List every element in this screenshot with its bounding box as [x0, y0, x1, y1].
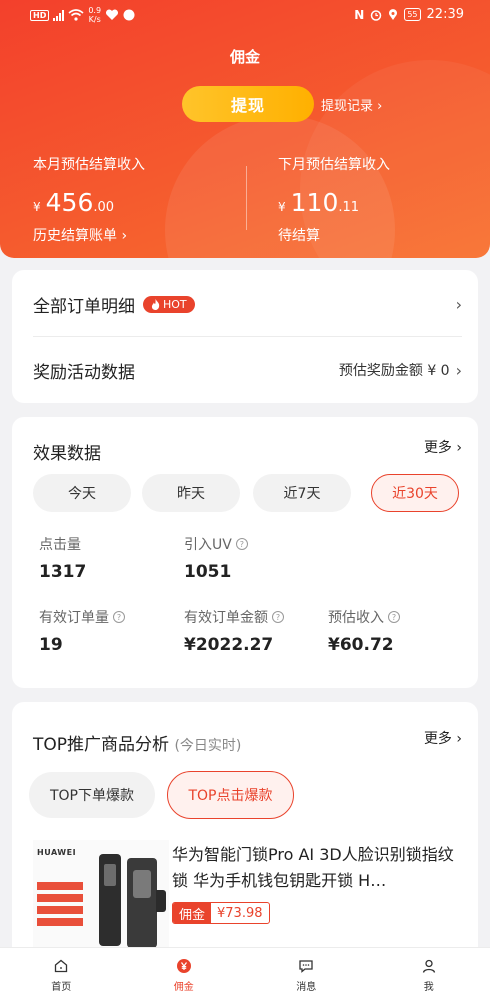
- help-icon[interactable]: ?: [113, 611, 125, 623]
- uv-label: 引入UV: [184, 537, 232, 553]
- history-bill-link[interactable]: 历史结算账单 ›: [33, 225, 145, 245]
- entries-card: 全部订单明细 HOT › 奖励活动数据 预估奖励金额 ¥ 0 ›: [12, 270, 478, 403]
- wifi-icon: [68, 9, 84, 21]
- pending-settlement-link[interactable]: 待结算: [278, 225, 390, 245]
- app-notification-icon: [123, 9, 135, 21]
- network-speed: 0.9 K/s: [88, 6, 102, 24]
- uv-metric: 引入UV? 1051: [184, 534, 248, 582]
- alarm-icon: [371, 9, 382, 21]
- product-image[interactable]: HUAWEI: [33, 840, 169, 948]
- product-title[interactable]: 华为智能门锁Pro AI 3D人脸识别锁指纹锁 华为手机钱包钥匙开锁 H…: [172, 842, 462, 894]
- next-month-income-amount: ¥ 110 .11: [278, 188, 360, 217]
- tab-top-orders[interactable]: TOP下单爆款: [29, 772, 155, 818]
- range-today-chip[interactable]: 今天: [33, 474, 131, 512]
- range-30days-chip[interactable]: 近30天: [371, 474, 459, 512]
- top-products-subtitle: (今日实时): [174, 738, 242, 754]
- all-orders-title: 全部订单明细: [33, 296, 135, 317]
- this-month-income-amount: ¥ 456 .00: [33, 188, 115, 217]
- orders-metric: 有效订单量? 19: [39, 607, 125, 655]
- home-icon: [55, 959, 68, 973]
- help-icon[interactable]: ?: [272, 611, 284, 623]
- help-icon[interactable]: ?: [235, 538, 248, 550]
- location-icon: [389, 8, 398, 20]
- order-amount-label: 有效订单金额: [184, 610, 268, 626]
- range-yesterday-chip[interactable]: 昨天: [142, 474, 240, 512]
- next-month-income-label: 下月预估结算收入: [278, 157, 390, 173]
- rewards-row[interactable]: 奖励活动数据 预估奖励金额 ¥ 0 ›: [33, 356, 462, 384]
- nfc-icon: N: [354, 7, 365, 22]
- this-month-income: 本月预估结算收入 ¥ 456 .00 历史结算账单 ›: [33, 154, 145, 245]
- help-icon[interactable]: ?: [388, 611, 400, 623]
- effect-data-title: 效果数据: [33, 444, 101, 464]
- hd-icon: HD: [30, 9, 50, 21]
- effect-more-link[interactable]: 更多 ›: [424, 437, 462, 457]
- flame-icon: [151, 298, 160, 310]
- yen-icon: [176, 959, 191, 973]
- est-income-label: 预估收入: [328, 610, 384, 626]
- orders-value: 19: [39, 635, 63, 655]
- hot-badge: HOT: [143, 295, 195, 313]
- product-image-brand: HUAWEI: [37, 848, 77, 857]
- tab-commission[interactable]: 佣金: [123, 948, 246, 1000]
- rewards-estimate: 预估奖励金额 ¥ 0: [338, 363, 450, 379]
- clicks-label: 点击量: [39, 537, 81, 553]
- order-amount-metric: 有效订单金额? ¥2022.27: [184, 607, 284, 655]
- divider: [33, 336, 462, 337]
- this-month-income-label: 本月预估结算收入: [33, 157, 145, 173]
- next-month-income: 下月预估结算收入 ¥ 110 .11 待结算: [278, 154, 390, 245]
- commission-value: ¥73.98: [217, 905, 263, 921]
- person-icon: [422, 959, 435, 973]
- commission-tag: 佣金 ¥73.98: [172, 902, 270, 924]
- effect-data-card: 效果数据 更多 › 今天 昨天 近7天 近30天 点击量 1317 引入UV? …: [12, 417, 478, 688]
- orders-label: 有效订单量: [39, 610, 109, 626]
- tab-me[interactable]: 我: [368, 948, 490, 1000]
- bottom-tab-bar: 首页 佣金 消息 我: [0, 947, 490, 1000]
- tab-home[interactable]: 首页: [0, 948, 123, 1000]
- rewards-title: 奖励活动数据: [33, 362, 135, 383]
- clicks-metric: 点击量 1317: [39, 534, 86, 582]
- top-products-title: TOP推广商品分析 (今日实时): [33, 735, 242, 755]
- all-orders-row[interactable]: 全部订单明细 HOT ›: [33, 290, 462, 318]
- divider: [246, 166, 247, 230]
- est-income-metric: 预估收入? ¥60.72: [328, 607, 400, 655]
- top-products-card: TOP推广商品分析 (今日实时) 更多 › TOP下单爆款 TOP点击爆款 HU…: [12, 702, 478, 962]
- door-lock-graphic: [127, 858, 157, 948]
- order-amount-value: ¥2022.27: [184, 635, 274, 655]
- battery-icon: 55: [404, 8, 421, 21]
- est-income-value: ¥60.72: [328, 635, 394, 655]
- uv-value: 1051: [184, 562, 232, 582]
- door-lock-graphic: [99, 854, 121, 946]
- chevron-right-icon: ›: [455, 294, 462, 314]
- page-title: 佣金: [229, 48, 260, 66]
- commission-header: HD 0.9 K/s N 55 22:39 佣金 提现 提现记录 › 本月预估结算…: [0, 0, 490, 258]
- chevron-right-icon: ›: [455, 360, 462, 380]
- signal-icon: [53, 9, 65, 21]
- range-7days-chip[interactable]: 近7天: [253, 474, 351, 512]
- clock: 22:39: [426, 7, 464, 22]
- clicks-value: 1317: [39, 562, 87, 582]
- tab-top-clicks[interactable]: TOP点击爆款: [167, 771, 294, 819]
- message-icon: [299, 960, 313, 973]
- heart-health-icon: [106, 9, 119, 20]
- tab-messages[interactable]: 消息: [245, 948, 368, 1000]
- top-products-more-link[interactable]: 更多 ›: [424, 728, 462, 748]
- withdraw-record-link[interactable]: 提现记录 ›: [321, 95, 382, 114]
- withdraw-button[interactable]: 提现: [182, 86, 314, 122]
- status-bar: HD 0.9 K/s N 55 22:39: [0, 0, 490, 32]
- commission-label: 佣金: [173, 903, 212, 923]
